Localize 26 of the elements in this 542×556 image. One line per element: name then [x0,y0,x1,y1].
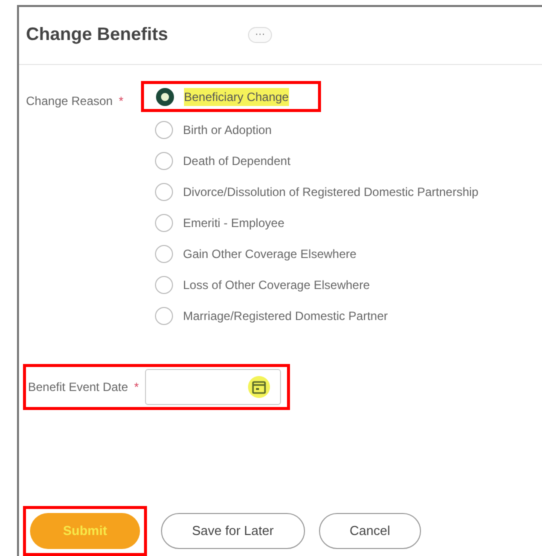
option-label: Marriage/Registered Domestic Partner [183,308,388,324]
field-label: Change Reason [26,93,113,110]
date-field[interactable] [144,369,281,405]
radio-button[interactable] [155,306,173,324]
calendar-icon[interactable] [248,376,270,398]
more-button[interactable]: ··· [248,26,272,42]
required-mark: * [118,93,124,110]
action-button[interactable]: Save for Later [161,513,305,549]
radio-button[interactable] [155,120,173,138]
option-label: Birth or Adoption [183,122,272,138]
option-label: Beneficiary Change [184,88,289,106]
radio-button[interactable] [155,214,173,232]
required-mark: * [134,379,139,396]
page-title: Change Benefits [26,23,168,46]
radio-button[interactable] [155,182,173,200]
field-label: Benefit Event Date [28,379,128,396]
action-button[interactable]: Cancel [318,513,422,549]
option-label: Divorce/Dissolution of Registered Domestic Partnership [183,184,478,200]
option-label: Emeriti - Employee [183,214,284,232]
radio-button[interactable] [155,276,173,294]
option-label: Death of Dependent [183,152,290,170]
radio-button[interactable] [155,152,173,170]
radio-button[interactable] [156,88,174,106]
option-label: Gain Other Coverage Elsewhere [183,246,356,262]
radio-button[interactable] [155,244,173,262]
option-label: Loss of Other Coverage Elsewhere [183,276,370,294]
